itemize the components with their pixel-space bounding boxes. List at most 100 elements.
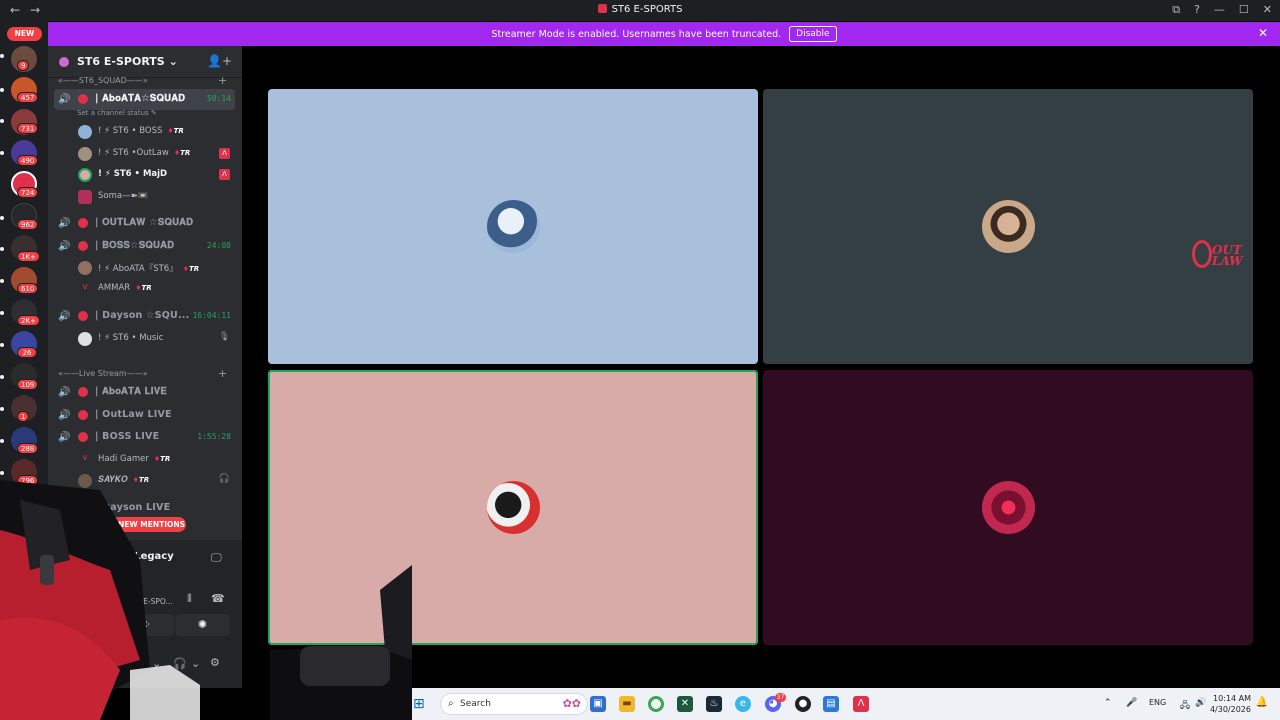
- activity-icon: Λ: [219, 169, 230, 180]
- voice-member[interactable]: v Hadi Gamer ♦TR: [76, 450, 234, 470]
- windows-start-icon[interactable]: ⊞: [413, 696, 425, 712]
- voice-channel-outlaw-squad[interactable]: 🔊 | 𝐎𝐔𝐓𝐋𝐀𝐖 ☆𝐒𝐐𝐔𝐀𝐃: [54, 213, 235, 234]
- channel-name: | 𝐎𝐔𝐓𝐋𝐀𝐖 ☆𝐒𝐐𝐔𝐀𝐃: [95, 217, 194, 228]
- member-name: ST6 •OutLaw: [112, 148, 169, 158]
- category-live-stream[interactable]: «——Live Stream——» +: [58, 367, 227, 380]
- mention-badge: 962: [17, 219, 39, 230]
- language-indicator[interactable]: ENG: [1149, 698, 1166, 707]
- avatar: [78, 261, 92, 275]
- voice-member[interactable]: ! ⚡ ST6 •OutLaw ♦TR Λ: [76, 144, 234, 164]
- voice-member[interactable]: ! ⚡ ST6 • MajD Λ: [76, 165, 234, 185]
- chevron-down-icon: ⌄: [168, 55, 178, 68]
- banner-text: Streamer Mode is enabled. Usernames have…: [491, 28, 782, 40]
- voice-member[interactable]: ! ⚡ ST6 • BOSS ♦TR: [76, 122, 234, 142]
- minimize-button[interactable]: —: [1214, 3, 1225, 17]
- unread-pip: [0, 439, 4, 443]
- server-name: ST6 E-SPORTS ⌄: [77, 55, 178, 68]
- avatar: [982, 481, 1035, 534]
- edge-icon[interactable]: e: [735, 696, 751, 712]
- system-clock[interactable]: 10:14 AM 4/30/2026: [1210, 693, 1251, 715]
- clock-date: 4/30/2026: [1209, 705, 1251, 714]
- network-icon[interactable]: 🖧: [1180, 698, 1190, 714]
- file-explorer-icon[interactable]: ▬: [619, 696, 635, 712]
- channel-timer: 16:04:11: [192, 311, 231, 320]
- help-icon[interactable]: ?: [1194, 3, 1200, 17]
- voice-channel-aboata-squad[interactable]: 🔊 | 𝐀𝐛𝐨𝐀𝐓𝐀☆𝐒𝐐𝐔𝐀𝐃 50:14: [54, 89, 235, 110]
- avatar: v: [78, 282, 92, 296]
- participant-tile[interactable]: [763, 89, 1253, 364]
- mention-badge: 109: [17, 379, 39, 390]
- search-placeholder: Search: [460, 699, 491, 709]
- riot-icon[interactable]: Λ: [853, 696, 869, 712]
- channel-emoji-icon: [78, 311, 88, 321]
- participant-tile[interactable]: [268, 89, 758, 364]
- channel-emoji-icon: [78, 387, 88, 397]
- windows-taskbar: ⊞ ⌕ Search ✿✿ ▣ ▬ ✕ ♨ e ◕ 37 ● ▤ Λ ⌃ 🎤 E…: [412, 688, 1280, 720]
- unread-pip: [0, 279, 4, 283]
- obs-icon[interactable]: ●: [795, 696, 811, 712]
- logo-ring-icon: [1192, 240, 1212, 268]
- member-name: Soma—➽📼: [98, 191, 149, 201]
- voice-channel-boss-live[interactable]: 🔊 | BOSS LIVE 1:55:28: [54, 427, 235, 448]
- add-channel-icon[interactable]: +: [218, 74, 227, 87]
- mention-badge: 288: [17, 443, 39, 454]
- speaker-icon: 🔊: [58, 432, 71, 443]
- voice-member[interactable]: ! ⚡ AboATA『ST6』 ♦TR: [76, 258, 234, 278]
- maximize-button[interactable]: ☐: [1239, 3, 1249, 17]
- voice-channel-aboata-live[interactable]: 🔊 | 𝐀𝐛𝐨𝐀𝐓𝐀 𝐋𝐈𝐕𝐄: [54, 382, 235, 403]
- search-icon: ⌕: [448, 698, 454, 709]
- unread-pip: [0, 88, 4, 92]
- voice-member[interactable]: Soma—➽📼: [76, 187, 234, 207]
- streamer-mode-banner: Streamer Mode is enabled. Usernames have…: [48, 22, 1280, 46]
- participant-tile[interactable]: [763, 370, 1253, 645]
- mention-badge: 2K+: [17, 315, 40, 326]
- add-channel-icon[interactable]: +: [218, 367, 227, 380]
- set-channel-status[interactable]: Set a channel status ✎: [77, 109, 157, 117]
- chrome-icon[interactable]: [648, 696, 664, 712]
- category-st6-squad[interactable]: «——ST6_SQUAD——» +: [58, 74, 227, 87]
- new-badge[interactable]: NEW: [7, 27, 42, 41]
- volume-icon[interactable]: 🔊: [1195, 698, 1206, 708]
- member-prefix: ! ⚡: [98, 333, 113, 343]
- member-name: AMMAR: [98, 283, 131, 293]
- voice-member[interactable]: v AMMAR ♦TR: [76, 279, 234, 299]
- voice-channel-dayson-squad[interactable]: 🔊 | Dayson ☆SQU... 16:04:11: [54, 306, 235, 327]
- app-logo-icon: [597, 4, 607, 13]
- voice-member[interactable]: ! ⚡ ST6 • Music 🎙: [76, 329, 234, 349]
- mention-badge: 1K+: [17, 251, 40, 262]
- screen-share-icon[interactable]: ⧉: [1172, 3, 1180, 17]
- voice-channel-outlaw-live[interactable]: 🔊 | OutLaw LIVE: [54, 405, 235, 426]
- team-tag: ♦TR: [167, 127, 184, 135]
- unread-pip: [0, 375, 4, 379]
- unread-pip: [0, 343, 4, 347]
- xbox-icon[interactable]: ✕: [677, 696, 693, 712]
- webcam-overlay: [0, 480, 412, 720]
- invite-people-icon[interactable]: 👤+: [207, 54, 232, 68]
- tray-overflow-icon[interactable]: ⌃: [1104, 698, 1112, 708]
- channel-timer: 1:55:28: [197, 432, 231, 441]
- close-window-button[interactable]: ✕: [1263, 3, 1272, 17]
- steam-icon[interactable]: ♨: [706, 696, 722, 712]
- voice-channel-boss-squad[interactable]: 🔊 | 𝐁𝐎𝐒𝐒☆𝐒𝐐𝐔𝐀𝐃 24:08: [54, 236, 235, 257]
- disable-button[interactable]: Disable: [789, 26, 837, 42]
- taskbar-search[interactable]: ⌕ Search ✿✿: [440, 693, 588, 715]
- avatar: [487, 200, 540, 253]
- activity-icon: Λ: [219, 148, 230, 159]
- photos-icon[interactable]: ▤: [823, 696, 839, 712]
- notifications-icon[interactable]: 🔔: [1256, 697, 1268, 708]
- taskview-icon[interactable]: ▣: [590, 696, 606, 712]
- window-controls: ⧉ ? — ☐ ✕: [1172, 3, 1272, 17]
- channel-name: | BOSS LIVE: [95, 431, 160, 442]
- mention-badge: 731: [17, 123, 39, 134]
- member-prefix: ! ⚡: [98, 169, 114, 179]
- server-header[interactable]: ST6 E-SPORTS ⌄ 👤+: [48, 46, 242, 78]
- logo-text-bottom: LAW: [1212, 254, 1243, 268]
- microphone-icon[interactable]: 🎤: [1126, 698, 1137, 708]
- unread-pip: [0, 311, 4, 315]
- title-bar: ←→ ST6 E-SPORTS ⧉ ? — ☐ ✕: [0, 0, 1280, 21]
- channel-name: | Dayson ☆SQU...: [95, 310, 190, 321]
- unread-pip: [0, 119, 4, 123]
- close-icon[interactable]: ✕: [1258, 26, 1268, 40]
- unread-pip: [0, 247, 4, 251]
- channel-name: | 𝐀𝐛𝐨𝐀𝐓𝐀 𝐋𝐈𝐕𝐄: [95, 386, 167, 397]
